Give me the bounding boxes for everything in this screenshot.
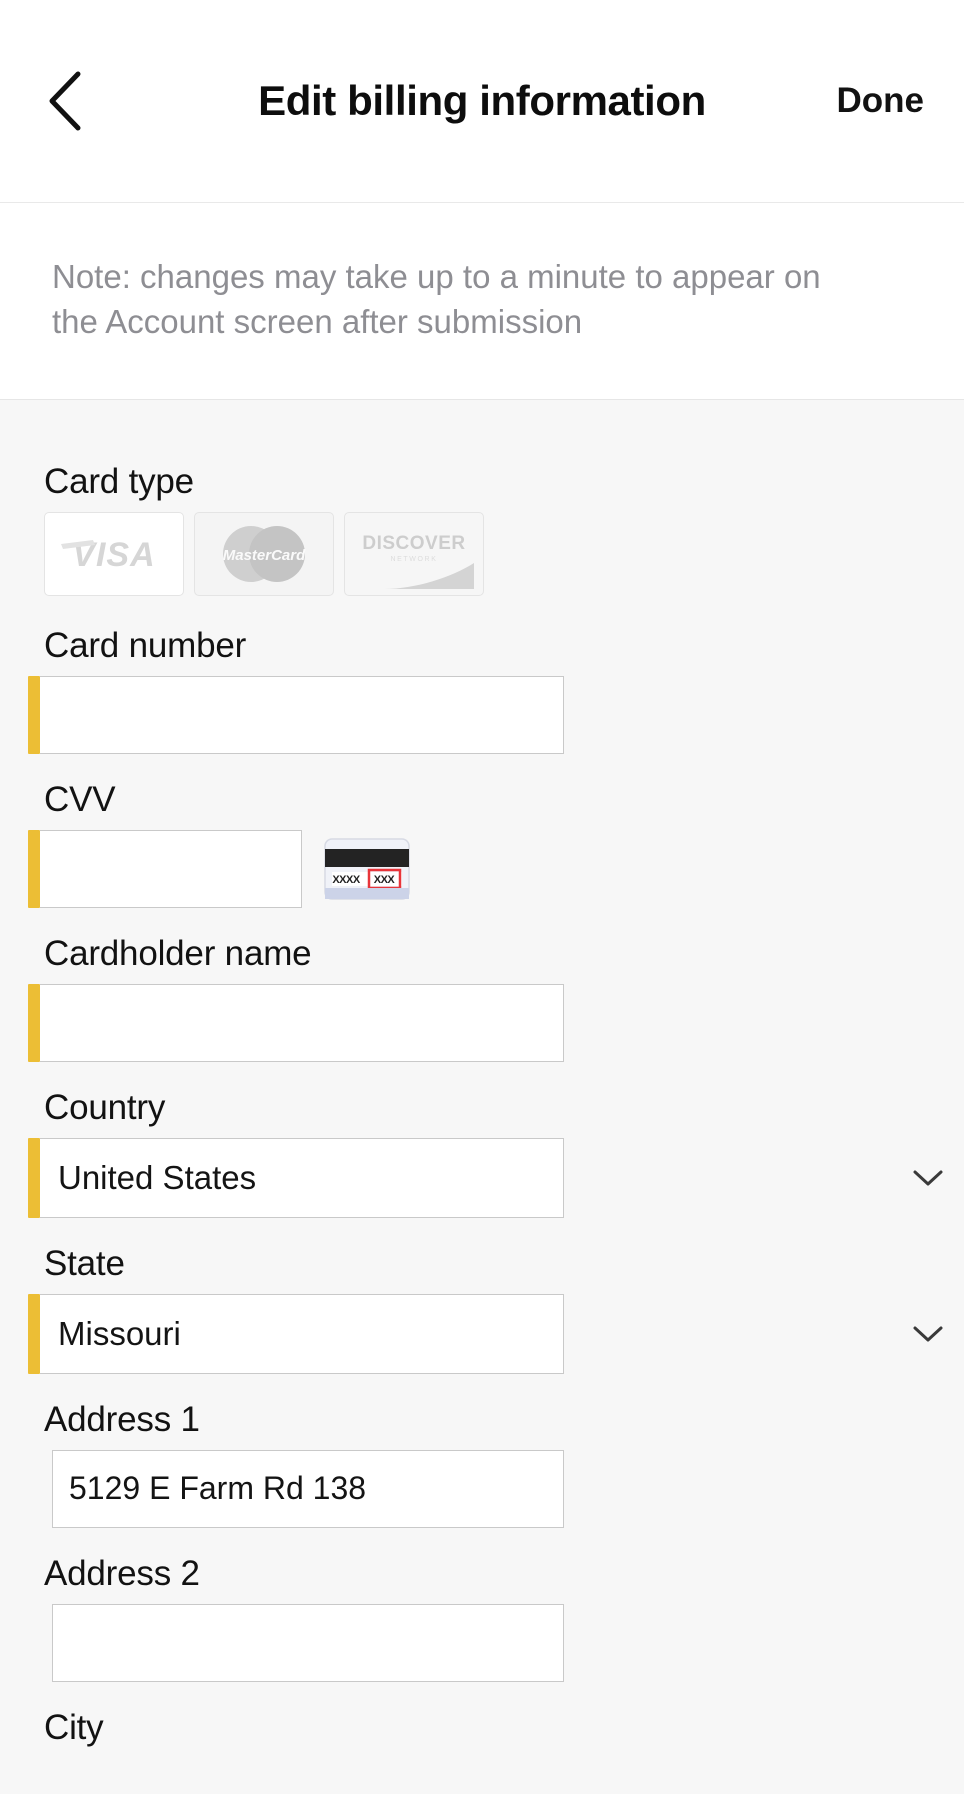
address2-row [28, 1603, 964, 1682]
note-banner: Note: changes may take up to a minute to… [0, 203, 964, 400]
chevron-down-icon [913, 1326, 943, 1342]
done-button[interactable]: Done [833, 73, 929, 129]
cardholder-name-label: Cardholder name [44, 933, 312, 973]
app-header: Edit billing information Done [0, 0, 964, 203]
card-type-option-discover[interactable]: DISCOVER NETWORK [344, 511, 484, 596]
address1-row [28, 1449, 964, 1528]
card-type-option-mastercard[interactable]: MasterCard [194, 511, 334, 596]
cvv-input-group [28, 829, 302, 908]
cardholder-name-input[interactable] [40, 983, 564, 1062]
discover-logo-icon: DISCOVER NETWORK [362, 533, 474, 589]
chevron-left-icon [49, 71, 81, 131]
country-row: United States [28, 1137, 964, 1218]
field-card-number: Card number [0, 626, 964, 754]
address1-input[interactable] [52, 1449, 564, 1528]
cvv-required-indicator [28, 829, 40, 908]
cvv-row: XXXX XXX [28, 829, 964, 908]
visa-logo-icon: VISA [61, 536, 155, 574]
svg-text:DISCOVER: DISCOVER [362, 533, 465, 554]
field-cardholder-name: Cardholder name [0, 934, 964, 1062]
card-number-row [28, 675, 964, 754]
billing-edit-screen: Edit billing information Done Note: chan… [0, 0, 964, 1794]
state-select[interactable]: Missouri [40, 1293, 564, 1374]
svg-text:MasterCard: MasterCard [223, 547, 306, 564]
card-number-label: Card number [44, 625, 247, 665]
country-selected-value: United States [58, 1158, 257, 1196]
billing-form: Card type VISA MasterCard DISCOVER NETWO… [0, 400, 964, 1748]
card-type-option-visa[interactable]: VISA [44, 511, 184, 596]
field-country: Country United States [0, 1088, 964, 1218]
state-row: Missouri [28, 1293, 964, 1374]
card-number-required-indicator [28, 675, 40, 754]
field-card-type: Card type VISA MasterCard DISCOVER NETWO… [0, 462, 964, 596]
svg-text:NETWORK: NETWORK [391, 556, 438, 563]
state-required-indicator [28, 1293, 40, 1374]
field-city: City [0, 1708, 964, 1748]
field-state: State Missouri [0, 1244, 964, 1374]
address1-label: Address 1 [44, 1399, 200, 1439]
cardholder-name-required-indicator [28, 983, 40, 1062]
back-button[interactable] [30, 61, 100, 141]
city-label: City [44, 1707, 104, 1747]
chevron-down-icon [913, 1170, 943, 1186]
country-required-indicator [28, 1137, 40, 1218]
field-address2: Address 2 [0, 1554, 964, 1682]
cvv-card-back-icon[interactable]: XXXX XXX [324, 838, 410, 900]
state-label: State [44, 1243, 125, 1283]
cardholder-name-row [28, 983, 964, 1062]
country-select[interactable]: United States [40, 1137, 564, 1218]
field-address1: Address 1 [0, 1400, 964, 1528]
field-cvv: CVV XXXX XXX [0, 780, 964, 908]
svg-text:XXX: XXX [374, 874, 396, 886]
cvv-input[interactable] [40, 829, 302, 908]
page-title: Edit billing information [258, 77, 706, 124]
address2-input[interactable] [52, 1603, 564, 1682]
svg-text:XXXX: XXXX [332, 874, 361, 886]
note-text: Note: changes may take up to a minute to… [52, 258, 821, 340]
card-number-input[interactable] [40, 675, 564, 754]
mastercard-logo-icon: MasterCard [223, 525, 306, 582]
card-type-options: VISA MasterCard DISCOVER NETWORK [44, 511, 964, 596]
address2-label: Address 2 [44, 1553, 200, 1593]
card-type-label: Card type [44, 461, 194, 501]
cvv-label: CVV [44, 779, 116, 819]
country-label: Country [44, 1087, 166, 1127]
state-selected-value: Missouri [58, 1314, 181, 1352]
